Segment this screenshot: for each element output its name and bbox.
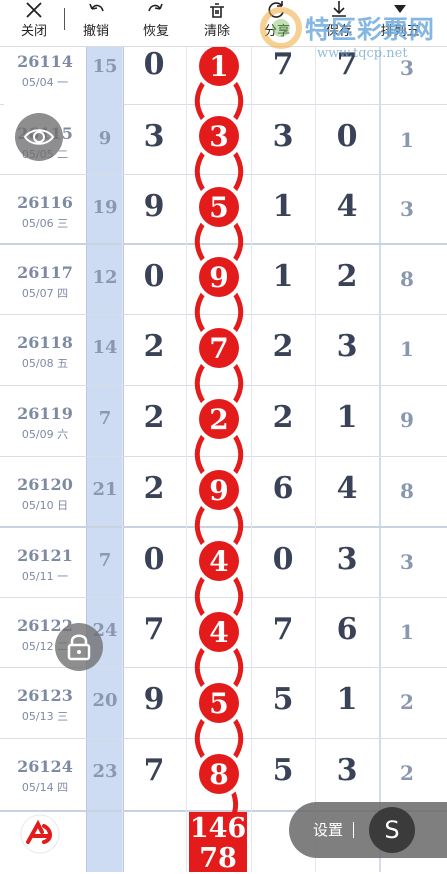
- ball: 5: [195, 679, 243, 727]
- ball: 4: [195, 537, 243, 585]
- ball: 7: [195, 324, 243, 372]
- close-icon: [26, 2, 42, 18]
- lock-icon: [67, 634, 91, 661]
- ball-number: 2: [209, 403, 228, 436]
- ball-number: 5: [209, 191, 228, 224]
- redo-icon: [148, 3, 163, 12]
- result-line-2: 78: [199, 843, 237, 874]
- ball: 1: [195, 42, 243, 90]
- result-cell: 146 78: [189, 812, 247, 874]
- undo-button[interactable]: 撤销: [66, 0, 126, 46]
- ball: 4: [195, 608, 243, 656]
- redo-label: 恢复: [142, 24, 169, 39]
- ball-number: 9: [209, 261, 228, 294]
- result-line-1: 146: [189, 813, 247, 844]
- trend-line-layer: 1 3 5 9 7 2 9 4 4 5 8: [194, 42, 244, 832]
- trash-icon: [210, 3, 224, 18]
- ball: 9: [195, 466, 243, 514]
- app-logo[interactable]: [18, 812, 66, 854]
- ball: 2: [195, 395, 243, 443]
- ball-number: 1: [209, 50, 228, 83]
- ball-number: 9: [209, 474, 228, 507]
- ball-number: 4: [209, 545, 228, 578]
- redo-button[interactable]: 恢复: [126, 0, 186, 46]
- watermark-logo: [260, 7, 302, 49]
- visibility-toggle[interactable]: [15, 113, 63, 161]
- watermark-name: 特区彩票网: [305, 15, 436, 44]
- undo-label: 撤销: [82, 24, 109, 39]
- eye-icon: [23, 129, 55, 145]
- ball-number: 5: [209, 687, 228, 720]
- toolbar-divider: [64, 8, 65, 30]
- ball: 9: [195, 253, 243, 301]
- settings-s-button[interactable]: S: [369, 807, 415, 853]
- ball: 5: [195, 183, 243, 231]
- watermark-url: www.tqcp.net: [317, 46, 408, 61]
- settings-label[interactable]: 设置: [313, 819, 343, 840]
- lock-button[interactable]: [55, 623, 103, 671]
- clear-label: 清除: [203, 24, 230, 39]
- settings-divider: [353, 822, 354, 838]
- close-button[interactable]: 关闭: [4, 0, 64, 46]
- watermark: 特区彩票网 www.tqcp.net: [255, 2, 447, 61]
- undo-icon: [89, 3, 104, 12]
- settings-panel[interactable]: 设置 S: [289, 802, 447, 858]
- ball-number: 3: [209, 120, 228, 153]
- ball: 8: [195, 750, 243, 798]
- ball: 3: [195, 112, 243, 160]
- ball-number: 4: [209, 616, 228, 649]
- ball-number: 8: [209, 758, 228, 791]
- ball-number: 7: [209, 332, 228, 365]
- close-label: 关闭: [20, 24, 47, 39]
- clear-button[interactable]: 清除: [187, 0, 247, 46]
